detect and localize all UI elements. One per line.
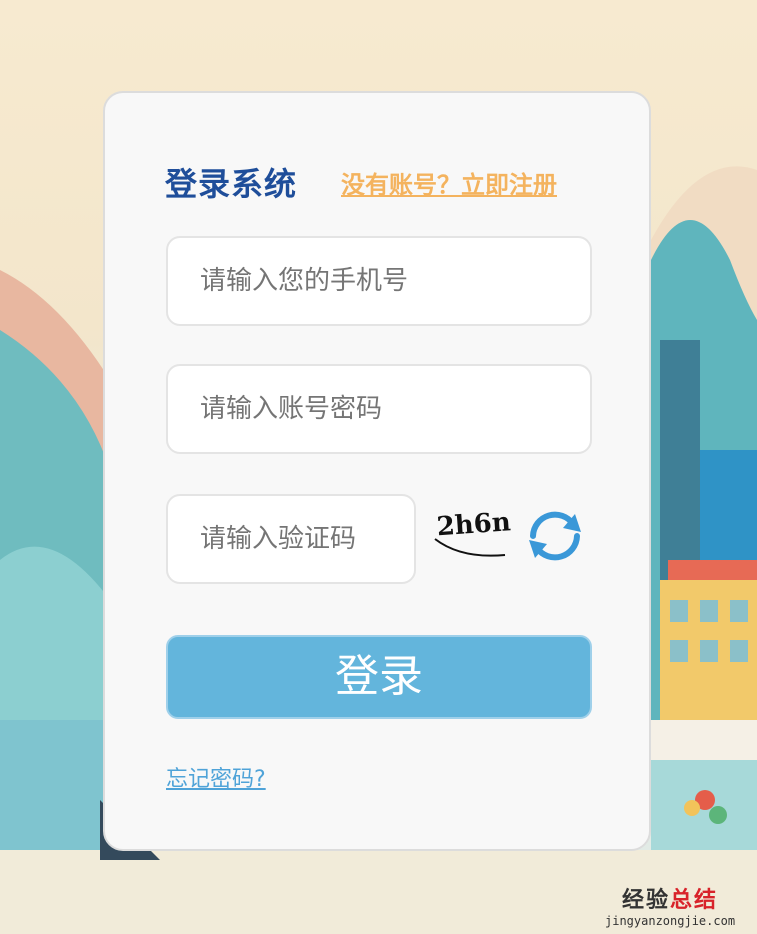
site-watermark: 经验总结 jingyanzongjie.com (605, 882, 735, 928)
watermark-url: jingyanzongjie.com (605, 914, 736, 928)
watermark-title-prefix: 经验 (622, 888, 671, 913)
captcha-input[interactable] (166, 494, 416, 584)
login-button[interactable]: 登录 (166, 635, 592, 719)
phone-input[interactable] (166, 236, 592, 326)
watermark-title: 经验总结 (605, 882, 735, 914)
watermark-title-suffix: 总结 (670, 888, 719, 913)
login-card: 登录系统 没有账号？立即注册 2h6n 登录 忘记密码? (103, 91, 651, 851)
password-input[interactable] (166, 364, 592, 454)
captcha-text: 2h6n (436, 507, 511, 542)
refresh-captcha-icon[interactable] (521, 506, 589, 566)
captcha-image[interactable]: 2h6n (431, 493, 511, 565)
login-title: 登录系统 (165, 165, 298, 203)
forgot-password-link[interactable]: 忘记密码? (166, 761, 266, 793)
register-link[interactable]: 没有账号？立即注册 (341, 165, 557, 200)
